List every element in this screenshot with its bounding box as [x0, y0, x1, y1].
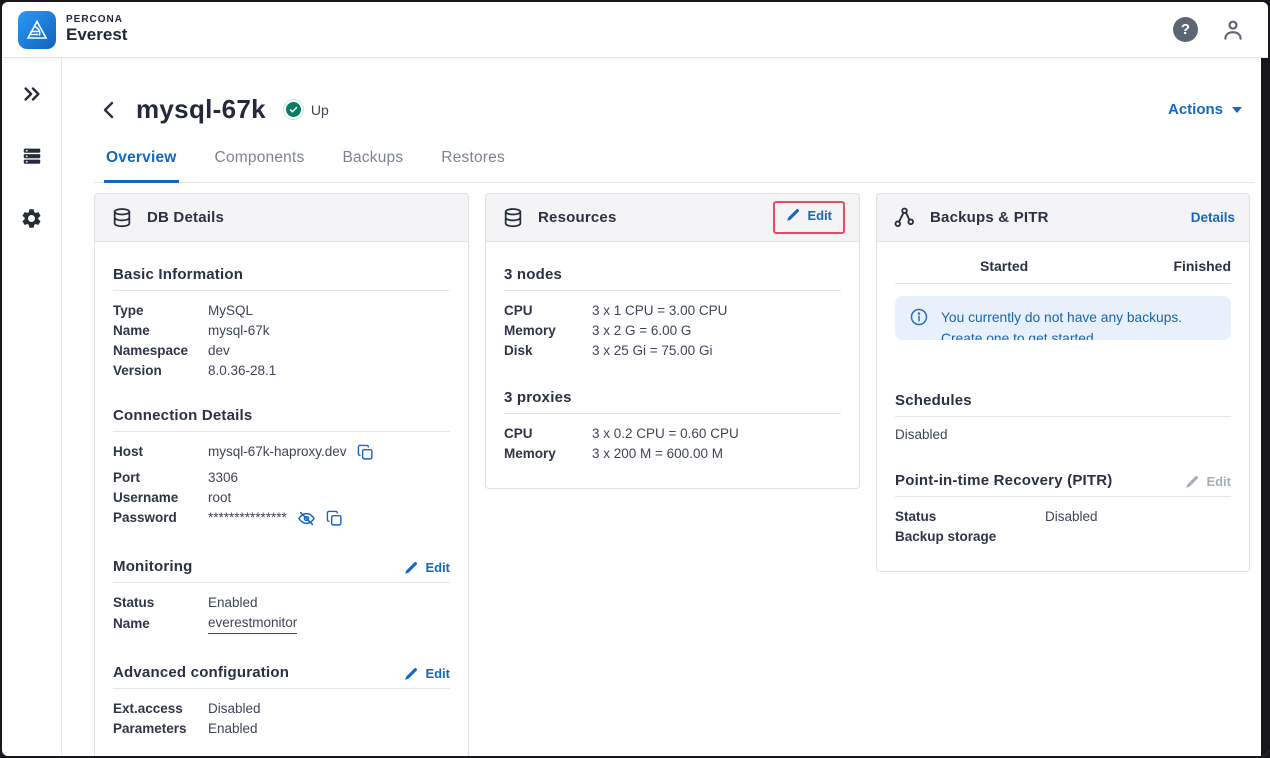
detail-row: Usernameroot	[113, 488, 450, 508]
section-proxies: 3 proxies	[504, 389, 572, 406]
page-title: mysql-67k	[136, 94, 266, 125]
sidebar	[2, 58, 62, 756]
chevron-left-icon	[97, 98, 121, 122]
brand-logo[interactable]: PERCONA Everest	[18, 11, 127, 49]
alert-message: You currently do not have any backups. C…	[941, 307, 1201, 329]
db-details-card: DB Details Basic Information TypeMySQL N…	[94, 193, 469, 756]
detail-row: TypeMySQL	[113, 301, 450, 321]
chevrons-right-icon	[21, 83, 43, 105]
brand-text: PERCONA Everest	[66, 15, 127, 43]
database-icon	[111, 207, 133, 229]
detail-row: ParametersEnabled	[113, 719, 450, 739]
info-icon	[909, 307, 929, 327]
monitor-link[interactable]: everestmonitor	[208, 613, 297, 634]
backups-table-header: Started Finished	[895, 242, 1231, 274]
detail-row: Ext.accessDisabled	[113, 699, 450, 719]
pencil-icon	[404, 667, 418, 681]
section-monitoring: Monitoring	[113, 558, 192, 575]
section-basic-information: Basic Information	[113, 266, 243, 283]
topbar: PERCONA Everest ?	[2, 2, 1268, 58]
back-button[interactable]	[94, 95, 124, 125]
db-details-card-header: DB Details	[95, 194, 468, 242]
database-icon	[502, 207, 524, 229]
resources-card-header: Resources Edit	[486, 194, 859, 242]
page-header: mysql-67k Up Actions	[94, 94, 1254, 125]
tab-backups[interactable]: Backups	[340, 149, 405, 182]
tab-overview[interactable]: Overview	[104, 149, 179, 183]
card-title: Backups & PITR	[930, 209, 1177, 226]
annotation-highlight-box: Edit	[773, 201, 845, 235]
detail-row: Disk3 x 25 Gi = 75.00 Gi	[504, 341, 841, 361]
backups-card-header: Backups & PITR Details	[877, 194, 1249, 242]
column-finished: Finished	[1173, 258, 1231, 274]
pencil-icon	[786, 208, 800, 222]
databases-list-icon	[21, 145, 43, 167]
detail-row: StatusEnabled	[113, 593, 450, 613]
section-advanced-configuration: Advanced configuration	[113, 664, 289, 681]
detail-row: Password ***************	[113, 508, 450, 528]
detail-row: Namemysql-67k	[113, 321, 450, 341]
backups-network-icon	[893, 206, 916, 229]
chevron-down-icon	[1232, 107, 1242, 113]
sidebar-expand-button[interactable]	[14, 76, 50, 112]
pencil-icon	[1185, 475, 1199, 489]
window-right-border	[1261, 58, 1268, 756]
edit-pitr-button[interactable]: Edit	[1185, 474, 1231, 489]
edit-resources-button[interactable]: Edit	[786, 208, 832, 223]
percona-logo-icon	[18, 11, 56, 49]
detail-row: CPU3 x 0.2 CPU = 0.60 CPU	[504, 424, 841, 444]
detail-row: StatusDisabled	[895, 507, 1231, 527]
sidebar-item-databases[interactable]	[14, 138, 50, 174]
card-title: DB Details	[147, 209, 454, 226]
detail-row: Backup storage	[895, 527, 1231, 547]
db-status: Up	[282, 102, 329, 118]
actions-label: Actions	[1168, 101, 1223, 118]
copy-password-icon[interactable]	[326, 510, 343, 527]
card-title: Resources	[538, 209, 759, 226]
detail-row: Memory3 x 2 G = 6.00 G	[504, 321, 841, 341]
tab-components[interactable]: Components	[213, 149, 307, 182]
brand-secondary: Everest	[66, 26, 127, 44]
detail-row: Nameeverestmonitor	[113, 613, 450, 634]
gear-icon	[20, 207, 43, 230]
section-pitr: Point-in-time Recovery (PITR)	[895, 472, 1113, 489]
main-content: mysql-67k Up Actions Overview Components	[62, 58, 1268, 756]
detail-row: CPU3 x 1 CPU = 3.00 CPU	[504, 301, 841, 321]
status-check-icon	[286, 102, 301, 117]
password-masked: ***************	[208, 508, 287, 528]
edit-monitoring-button[interactable]: Edit	[404, 560, 450, 575]
pencil-icon	[404, 561, 418, 575]
resources-card: Resources Edit 3 nodes C	[485, 193, 860, 489]
copy-host-icon[interactable]	[357, 444, 374, 461]
section-nodes: 3 nodes	[504, 266, 562, 283]
status-label: Up	[311, 102, 329, 118]
actions-button[interactable]: Actions	[1168, 101, 1242, 118]
topbar-actions: ?	[1173, 17, 1246, 43]
detail-row: Port3306	[113, 468, 450, 488]
sidebar-item-settings[interactable]	[14, 200, 50, 236]
user-account-icon[interactable]	[1220, 17, 1246, 43]
detail-row: Memory3 x 200 M = 600.00 M	[504, 444, 841, 464]
no-backups-alert: You currently do not have any backups. C…	[895, 296, 1231, 340]
detail-row: Host mysql-67k-haproxy.dev	[113, 442, 450, 462]
app-window: PERCONA Everest ?	[2, 2, 1268, 756]
edit-advanced-button[interactable]: Edit	[404, 666, 450, 681]
show-password-icon[interactable]	[297, 509, 316, 528]
detail-row: Namespacedev	[113, 341, 450, 361]
section-connection-details: Connection Details	[113, 407, 252, 424]
backups-pitr-card: Backups & PITR Details Started Finished	[876, 193, 1250, 572]
detail-row: Version8.0.36-28.1	[113, 361, 450, 381]
help-icon[interactable]: ?	[1173, 17, 1198, 42]
backups-details-link[interactable]: Details	[1191, 210, 1235, 225]
schedules-value: Disabled	[895, 427, 1231, 442]
column-started: Started	[980, 258, 1028, 274]
tab-bar: Overview Components Backups Restores	[94, 149, 1254, 183]
section-schedules: Schedules	[895, 392, 972, 409]
tab-restores[interactable]: Restores	[439, 149, 507, 182]
